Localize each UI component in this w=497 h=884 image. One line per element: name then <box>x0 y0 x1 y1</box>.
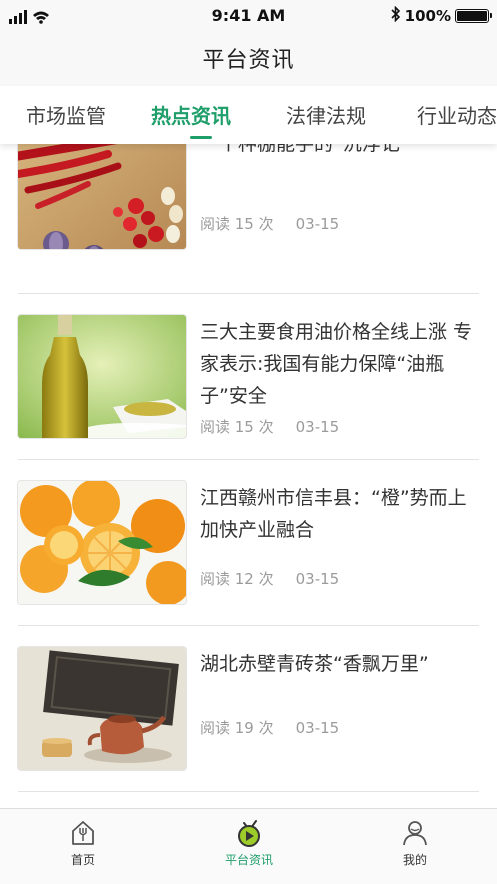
page-title: 平台资讯 <box>202 48 295 73</box>
active-tab-indicator <box>190 136 212 139</box>
home-icon <box>33 819 133 847</box>
tabbar-label: 平台资讯 <box>224 853 273 867</box>
read-count: 阅读 15 次 <box>200 418 274 436</box>
tabbar-label: 我的 <box>402 853 427 867</box>
article-meta: 阅读 15 次 03-15 <box>200 416 339 437</box>
tabbar-news[interactable]: 平台资讯 <box>199 819 299 868</box>
battery-icon <box>455 9 492 23</box>
read-count: 阅读 19 次 <box>200 719 274 737</box>
news-icon <box>199 819 299 847</box>
read-count: 阅读 12 次 <box>200 570 274 588</box>
article-meta: 阅读 19 次 03-15 <box>200 717 339 738</box>
article-meta: 阅读 15 次 03-15 <box>200 213 339 234</box>
divider <box>18 293 479 294</box>
publish-date: 03-15 <box>295 418 340 436</box>
article-thumbnail <box>18 481 186 604</box>
article-thumbnail <box>18 144 186 249</box>
battery-percent: 100% <box>404 7 451 25</box>
read-count: 阅读 15 次 <box>200 215 274 233</box>
article-thumbnail <box>18 647 186 770</box>
article-title: 三大主要食用油价格全线上涨 专家表示:我国有能力保障“油瓶子”安全 <box>200 321 473 407</box>
article-thumbnail <box>18 315 186 438</box>
publish-date: 03-15 <box>295 570 340 588</box>
list-item[interactable]: 湖北赤壁青砖茶“香飘万里” 阅读 19 次 03-15 <box>18 647 478 772</box>
divider <box>18 459 479 460</box>
tab-laws-regulations[interactable]: 法律法规 <box>286 100 366 129</box>
profile-icon <box>365 819 465 847</box>
tabbar-home[interactable]: 首页 <box>33 819 133 868</box>
list-item[interactable]: 三大主要食用油价格全线上涨 专家表示:我国有能力保障“油瓶子”安全 阅读 15 … <box>18 315 478 440</box>
list-item[interactable]: 江西赣州市信丰县：“橙”势而上加快产业融合 阅读 12 次 03-15 <box>18 481 478 606</box>
article-list: 一个种棚能手的“沉浮记” 阅读 15 次 03-15 三大主要食用油价格全线上涨… <box>0 144 497 808</box>
tab-hot-news[interactable]: 热点资讯 <box>151 100 231 129</box>
article-title: 江西赣州市信丰县：“橙”势而上加快产业融合 <box>200 487 467 541</box>
nav-bar: 平台资讯 <box>0 32 497 86</box>
tab-market-supervision[interactable]: 市场监管 <box>26 100 106 129</box>
status-bar: 9:41 AM 100% <box>0 0 497 32</box>
tabbar-profile[interactable]: 我的 <box>365 819 465 868</box>
list-item[interactable]: 一个种棚能手的“沉浮记” 阅读 15 次 03-15 <box>18 144 478 271</box>
bottom-tab-bar: 首页 平台资讯 我的 <box>0 808 497 884</box>
bluetooth-icon <box>391 5 401 26</box>
tabbar-label: 首页 <box>70 853 95 867</box>
article-title: 一个种棚能手的“沉浮记” <box>200 144 410 155</box>
publish-date: 03-15 <box>295 719 340 737</box>
article-title: 湖北赤壁青砖茶“香飘万里” <box>200 653 429 675</box>
publish-date: 03-15 <box>295 215 340 233</box>
category-tabs: 市场监管 热点资讯 法律法规 行业动态 <box>0 86 497 144</box>
divider <box>18 625 479 626</box>
divider <box>18 791 479 792</box>
tab-industry-news[interactable]: 行业动态 <box>417 100 497 129</box>
article-meta: 阅读 12 次 03-15 <box>200 568 339 589</box>
